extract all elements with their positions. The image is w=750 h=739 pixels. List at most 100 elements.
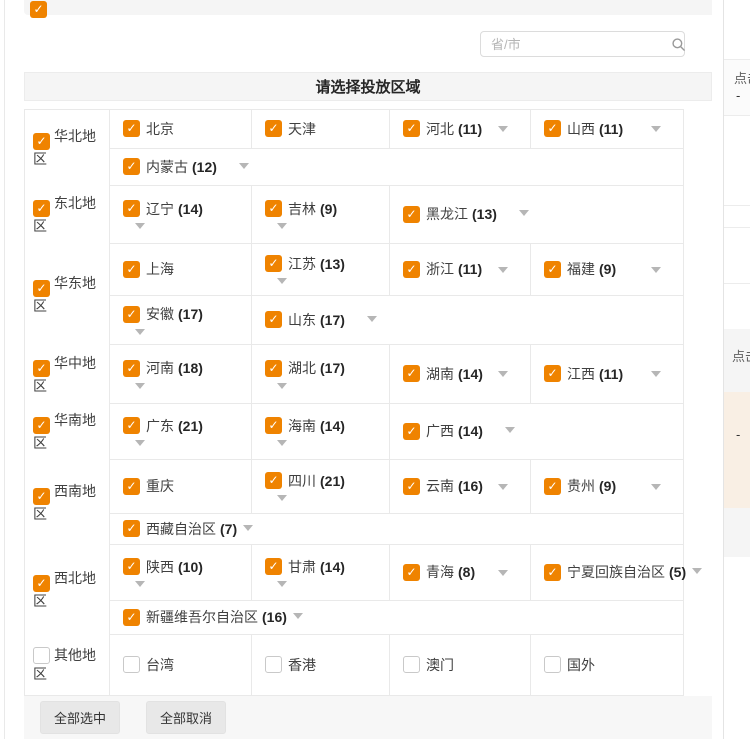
province-item[interactable]: ✓江西(11) bbox=[544, 365, 623, 383]
province-cell[interactable]: ✓天津 bbox=[251, 110, 389, 148]
province-item[interactable]: ✓福建(9) bbox=[544, 260, 616, 278]
province-cell[interactable]: ✓黑龙江(13) bbox=[389, 186, 683, 243]
province-cell[interactable]: ✓山西(11) bbox=[530, 110, 683, 148]
province-checkbox[interactable]: ✓ bbox=[123, 520, 140, 537]
province-cell[interactable]: ✓辽宁(14) bbox=[110, 186, 251, 243]
province-cell[interactable]: ✓山东(17) bbox=[251, 296, 683, 344]
province-checkbox[interactable]: ✓ bbox=[123, 120, 140, 137]
province-item[interactable]: ✓云南(16) bbox=[403, 477, 483, 495]
dropdown-arrow-icon[interactable] bbox=[277, 440, 287, 446]
province-checkbox[interactable]: ✓ bbox=[403, 206, 420, 223]
province-cell[interactable]: ✓广东(21) bbox=[110, 404, 251, 459]
region-group-cell[interactable]: ✓东北地区 bbox=[25, 186, 110, 244]
province-cell[interactable]: ✓甘肃(14) bbox=[251, 545, 389, 600]
province-item[interactable]: ✓四川(21) bbox=[265, 472, 345, 501]
select-all-button[interactable]: 全部选中 bbox=[40, 701, 120, 734]
dropdown-arrow-icon[interactable] bbox=[651, 484, 661, 490]
province-cell[interactable]: ✓宁夏回族自治区(5) bbox=[530, 545, 683, 600]
region-group-checkbox[interactable]: ✓ bbox=[33, 488, 50, 505]
province-cell[interactable]: ✓浙江(11) bbox=[389, 244, 530, 295]
dropdown-arrow-icon[interactable] bbox=[239, 163, 249, 169]
province-cell[interactable]: ✓福建(9) bbox=[530, 244, 683, 295]
province-checkbox[interactable]: ✓ bbox=[265, 200, 282, 217]
province-search-input[interactable] bbox=[481, 37, 671, 52]
province-checkbox[interactable]: ✓ bbox=[265, 472, 282, 489]
dropdown-arrow-icon[interactable] bbox=[692, 568, 702, 574]
search-icon[interactable] bbox=[671, 37, 686, 52]
region-group-cell[interactable]: ✓华南地区 bbox=[25, 404, 110, 460]
region-group-checkbox[interactable]: ✓ bbox=[33, 200, 50, 217]
province-cell[interactable]: 国外 bbox=[530, 635, 683, 695]
province-item[interactable]: ✓黑龙江(13) bbox=[403, 205, 529, 223]
region-group-cell[interactable]: ✓华东地区 bbox=[25, 244, 110, 345]
province-item[interactable]: ✓新疆维吾尔自治区(16) bbox=[123, 608, 303, 626]
dropdown-arrow-icon[interactable] bbox=[135, 223, 145, 229]
province-checkbox[interactable]: ✓ bbox=[123, 360, 140, 377]
province-item[interactable]: ✓山东(17) bbox=[265, 311, 377, 329]
dropdown-arrow-icon[interactable] bbox=[651, 267, 661, 273]
province-item[interactable]: ✓西藏自治区(7) bbox=[123, 520, 253, 538]
region-group-checkbox[interactable]: ✓ bbox=[33, 280, 50, 297]
province-item[interactable]: 澳门 bbox=[403, 656, 454, 674]
dropdown-arrow-icon[interactable] bbox=[277, 581, 287, 587]
province-item[interactable]: ✓海南(14) bbox=[265, 417, 345, 446]
region-group-cell[interactable]: 其他地区 bbox=[25, 635, 110, 695]
dropdown-arrow-icon[interactable] bbox=[651, 371, 661, 377]
province-cell[interactable]: 香港 bbox=[251, 635, 389, 695]
province-cell[interactable]: ✓江西(11) bbox=[530, 345, 683, 403]
dropdown-arrow-icon[interactable] bbox=[135, 329, 145, 335]
province-item[interactable]: ✓江苏(13) bbox=[265, 255, 345, 284]
province-item[interactable]: ✓湖南(14) bbox=[403, 365, 483, 383]
province-checkbox[interactable]: ✓ bbox=[403, 564, 420, 581]
dropdown-arrow-icon[interactable] bbox=[505, 427, 515, 433]
province-item[interactable]: ✓河北(11) bbox=[403, 120, 482, 138]
province-checkbox[interactable]: ✓ bbox=[544, 564, 561, 581]
sidebar-hint-mid[interactable]: 点击 bbox=[732, 346, 750, 365]
dropdown-arrow-icon[interactable] bbox=[277, 495, 287, 501]
province-item[interactable]: ✓浙江(11) bbox=[403, 260, 482, 278]
province-cell[interactable]: ✓上海 bbox=[110, 244, 251, 295]
province-cell[interactable]: ✓安徽(17) bbox=[110, 296, 251, 344]
dropdown-arrow-icon[interactable] bbox=[367, 316, 377, 322]
province-checkbox[interactable] bbox=[403, 656, 420, 673]
dropdown-arrow-icon[interactable] bbox=[135, 383, 145, 389]
region-group-checkbox[interactable]: ✓ bbox=[33, 417, 50, 434]
province-item[interactable]: ✓陕西(10) bbox=[123, 558, 203, 587]
province-item[interactable]: ✓湖北(17) bbox=[265, 359, 345, 388]
province-cell[interactable]: ✓吉林(9) bbox=[251, 186, 389, 243]
dropdown-arrow-icon[interactable] bbox=[293, 613, 303, 619]
province-item[interactable]: ✓上海 bbox=[123, 260, 174, 278]
province-cell[interactable]: ✓新疆维吾尔自治区(16) bbox=[110, 601, 683, 634]
province-checkbox[interactable]: ✓ bbox=[265, 558, 282, 575]
province-checkbox[interactable] bbox=[123, 656, 140, 673]
region-group-cell[interactable]: ✓西南地区 bbox=[25, 460, 110, 545]
province-cell[interactable]: 台湾 bbox=[110, 635, 251, 695]
deselect-all-button[interactable]: 全部取消 bbox=[146, 701, 226, 734]
dropdown-arrow-icon[interactable] bbox=[498, 267, 508, 273]
province-cell[interactable]: ✓云南(16) bbox=[389, 460, 530, 513]
cutoff-checked-checkbox-icon[interactable]: ✓ bbox=[30, 1, 47, 18]
province-checkbox[interactable]: ✓ bbox=[123, 417, 140, 434]
province-checkbox[interactable]: ✓ bbox=[265, 360, 282, 377]
province-cell[interactable]: ✓湖北(17) bbox=[251, 345, 389, 403]
province-item[interactable]: ✓安徽(17) bbox=[123, 305, 203, 334]
dropdown-arrow-icon[interactable] bbox=[277, 278, 287, 284]
province-checkbox[interactable] bbox=[544, 656, 561, 673]
province-item[interactable]: ✓北京 bbox=[123, 120, 174, 138]
region-group-cell[interactable]: ✓西北地区 bbox=[25, 545, 110, 635]
province-checkbox[interactable]: ✓ bbox=[544, 478, 561, 495]
province-cell[interactable]: ✓北京 bbox=[110, 110, 251, 148]
province-item[interactable]: 国外 bbox=[544, 656, 595, 674]
province-cell[interactable]: 澳门 bbox=[389, 635, 530, 695]
province-checkbox[interactable]: ✓ bbox=[123, 478, 140, 495]
sidebar-hint-top[interactable]: 点击 bbox=[734, 68, 750, 87]
province-cell[interactable]: ✓江苏(13) bbox=[251, 244, 389, 295]
province-cell[interactable]: ✓湖南(14) bbox=[389, 345, 530, 403]
province-checkbox[interactable] bbox=[265, 656, 282, 673]
dropdown-arrow-icon[interactable] bbox=[277, 383, 287, 389]
dropdown-arrow-icon[interactable] bbox=[498, 371, 508, 377]
province-item[interactable]: ✓甘肃(14) bbox=[265, 558, 345, 587]
dropdown-arrow-icon[interactable] bbox=[277, 223, 287, 229]
province-checkbox[interactable]: ✓ bbox=[403, 261, 420, 278]
province-checkbox[interactable]: ✓ bbox=[123, 306, 140, 323]
